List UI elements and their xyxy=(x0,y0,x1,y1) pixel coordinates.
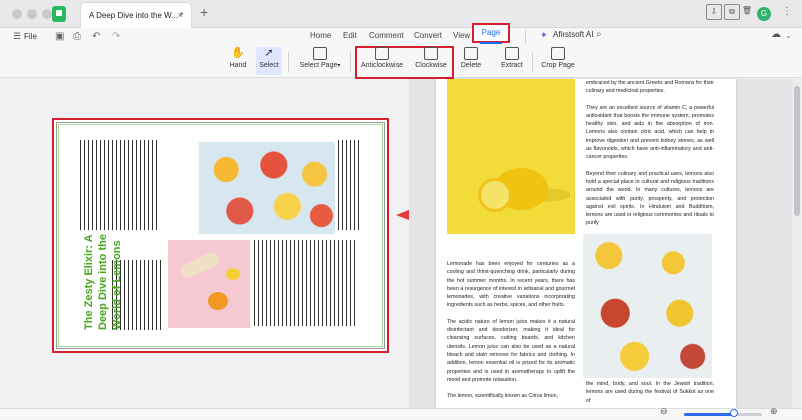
page-border-line xyxy=(58,124,59,346)
extract-label: Extract xyxy=(501,62,523,69)
hand-tool-button[interactable]: ✋ Hand xyxy=(228,47,248,69)
zoom-in-icon[interactable]: ⊕ xyxy=(770,406,778,417)
citrus-pomegranate-photo xyxy=(583,234,712,378)
user-avatar[interactable]: G xyxy=(757,7,771,21)
more-menu-icon[interactable]: ⋮ xyxy=(782,6,792,17)
undo-icon[interactable]: ↶ xyxy=(92,31,100,42)
hand-icon: ✋ xyxy=(231,47,245,59)
window-zoom-dot[interactable] xyxy=(42,9,52,19)
crop-icon xyxy=(551,47,565,60)
redo-icon[interactable]: ↷ xyxy=(112,31,120,42)
search-icon[interactable]: ⌕ xyxy=(596,29,602,40)
paragraph: embraced by the ancient Greeks and Roman… xyxy=(586,80,714,95)
rotated-title: The Zesty Elixir: A Deep Dive into the W… xyxy=(82,234,124,330)
zoom-out-icon[interactable]: ⊖ xyxy=(660,406,668,417)
new-tab-button[interactable]: + xyxy=(200,4,208,20)
rotate-left-icon xyxy=(375,47,389,60)
delete-label: Delete xyxy=(460,62,482,69)
window-minimize-dot[interactable] xyxy=(27,9,37,19)
paragraph: Beyond their culinary and practical uses… xyxy=(586,170,714,227)
clockwise-label: Clockwise xyxy=(415,62,447,69)
rotated-title-line: World of Lemons xyxy=(111,240,123,330)
clockwise-button[interactable]: Clockwise xyxy=(413,47,449,69)
status-bar xyxy=(0,408,802,420)
dropdown-caret-icon: ▾ xyxy=(337,63,341,69)
select-label: Select xyxy=(259,62,279,69)
scrollbar-thumb[interactable] xyxy=(794,86,800,216)
menu-page[interactable]: Page xyxy=(472,23,510,43)
cloud-icon[interactable]: ☁ xyxy=(771,29,781,40)
paragraph: The acidic nature of lemon juice makes i… xyxy=(447,318,575,383)
print-icon[interactable]: ⎙ xyxy=(73,31,81,42)
zoom-slider-fill xyxy=(684,413,734,416)
orange-illustration xyxy=(208,292,228,310)
text-column-right-top: embraced by the ancient Greeks and Roman… xyxy=(586,79,714,236)
window-close-dot[interactable] xyxy=(12,9,22,19)
app-logo-icon xyxy=(52,6,66,22)
delete-page-icon xyxy=(464,47,478,60)
crop-page-label: Crop Page xyxy=(541,62,575,69)
toolbar-divider xyxy=(288,52,289,72)
page-border-line xyxy=(58,124,383,125)
paragraph: The lemon, scientifically known as Citru… xyxy=(447,393,558,400)
select-page-label: Select Page xyxy=(299,62,338,69)
active-tab-underline xyxy=(480,42,502,44)
extract-button[interactable]: Extract xyxy=(500,47,524,69)
anticlockwise-button[interactable]: Anticlockwise xyxy=(360,47,404,69)
tab-close-icon[interactable]: × xyxy=(178,3,183,28)
anticlockwise-label: Anticlockwise xyxy=(360,62,403,69)
cursor-icon: ➚ xyxy=(264,47,274,59)
paragraph: the mind, body, and soul. In the Jewish … xyxy=(586,381,714,404)
screenshot-icon[interactable]: ⧉ xyxy=(724,4,740,20)
hand-label: Hand xyxy=(229,62,247,69)
file-menu[interactable]: File xyxy=(24,32,37,41)
rotated-title-line: Deep Dive into the xyxy=(97,234,109,330)
app-window: A Deep Dive into the W... * × + ⇩ ⧉ 🗑 G … xyxy=(0,0,802,420)
paragraph: Lemonade has been enjoyed for centuries … xyxy=(447,261,575,309)
save-to-device-icon[interactable]: ⇩ xyxy=(706,4,722,20)
rotated-text-column xyxy=(338,140,360,230)
rotated-text-column xyxy=(254,240,356,326)
citrus-slices-image xyxy=(199,142,335,234)
toolbar-divider xyxy=(350,52,351,72)
page-border-line xyxy=(382,124,383,346)
select-page-icon xyxy=(313,47,327,60)
menu-home[interactable]: Home xyxy=(310,31,331,40)
rotated-title-line: The Zesty Elixir: A xyxy=(83,234,95,330)
text-column-left: Lemonade has been enjoyed for centuries … xyxy=(447,260,575,408)
document-tab-title: A Deep Dive into the W... xyxy=(89,11,178,20)
menu-view[interactable]: View xyxy=(453,31,470,40)
lemon-illustration xyxy=(226,268,240,280)
toolbar-divider xyxy=(532,52,533,72)
chevron-down-icon[interactable]: ⌄ xyxy=(785,31,792,40)
rotate-right-icon xyxy=(424,47,438,60)
page-border-line xyxy=(58,346,383,347)
select-page-button[interactable]: Select Page▾ xyxy=(297,47,343,69)
extract-icon xyxy=(505,47,519,60)
paragraph: They are an excellent source of vitamin … xyxy=(586,104,714,161)
zoom-slider-handle[interactable] xyxy=(729,409,738,417)
menu-edit[interactable]: Edit xyxy=(343,31,357,40)
crop-page-button[interactable]: Crop Page xyxy=(541,47,575,69)
half-lemon xyxy=(478,178,512,212)
menu-convert[interactable]: Convert xyxy=(414,31,442,40)
menu-comment[interactable]: Comment xyxy=(369,31,404,40)
select-tool-button[interactable]: ➚ Select xyxy=(257,47,281,69)
delete-button[interactable]: Delete xyxy=(460,47,482,69)
trash-icon[interactable]: 🗑 xyxy=(739,4,755,20)
save-icon[interactable]: ▣ xyxy=(55,31,64,42)
afirstsoft-ai-button[interactable]: Afirstsoft AI xyxy=(553,30,593,39)
rotated-text-column xyxy=(80,140,160,230)
ai-sparkle-icon: ✦ xyxy=(540,30,548,40)
hamburger-icon[interactable]: ☰ xyxy=(13,31,21,42)
menu-divider xyxy=(525,30,526,44)
lemon-photo xyxy=(447,79,575,234)
document-tab[interactable]: A Deep Dive into the W... * × xyxy=(80,2,192,28)
